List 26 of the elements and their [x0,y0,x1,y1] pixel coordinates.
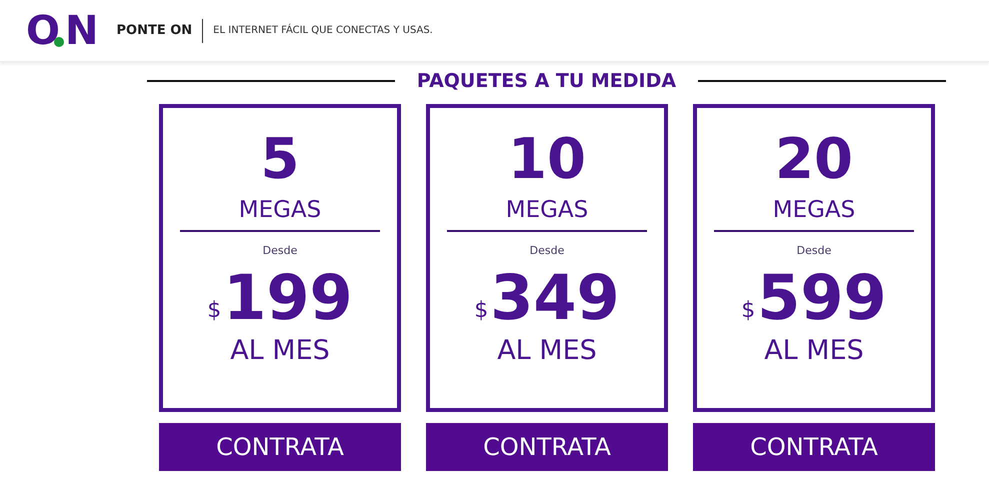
plan-price: 599 [757,263,887,333]
price-prefix: Desde [796,244,832,257]
currency-sign: $ [207,298,222,323]
contract-button[interactable]: CONTRATA [159,423,401,471]
section-title: PAQUETES A TU MEDIDA [416,70,676,92]
currency-sign: $ [474,298,488,323]
plan-speed: 10 [508,128,586,192]
logo-letter: O [26,10,58,50]
brand-name: PONTE ON [116,23,192,38]
price-period: AL MES [230,335,330,367]
speed-unit: MEGAS [238,196,322,224]
tagline: EL INTERNET FÁCIL QUE CONECTAS Y USAS. [213,25,433,36]
plan-speed: 5 [260,128,300,192]
price-prefix: Desde [530,244,564,257]
contract-button[interactable]: CONTRATA [426,423,668,471]
price-period: AL MES [764,335,864,367]
speed-unit: MEGAS [772,196,856,224]
currency-sign: $ [741,298,756,323]
contract-button[interactable]: CONTRATA [693,423,935,471]
plan-price: 199 [223,263,353,333]
plan-price: 349 [490,263,620,333]
speed-unit: MEGAS [506,196,588,224]
plan-speed: 20 [775,128,853,192]
price-prefix: Desde [262,244,298,257]
price-period: AL MES [497,335,597,367]
logo-letter: N [65,10,96,50]
